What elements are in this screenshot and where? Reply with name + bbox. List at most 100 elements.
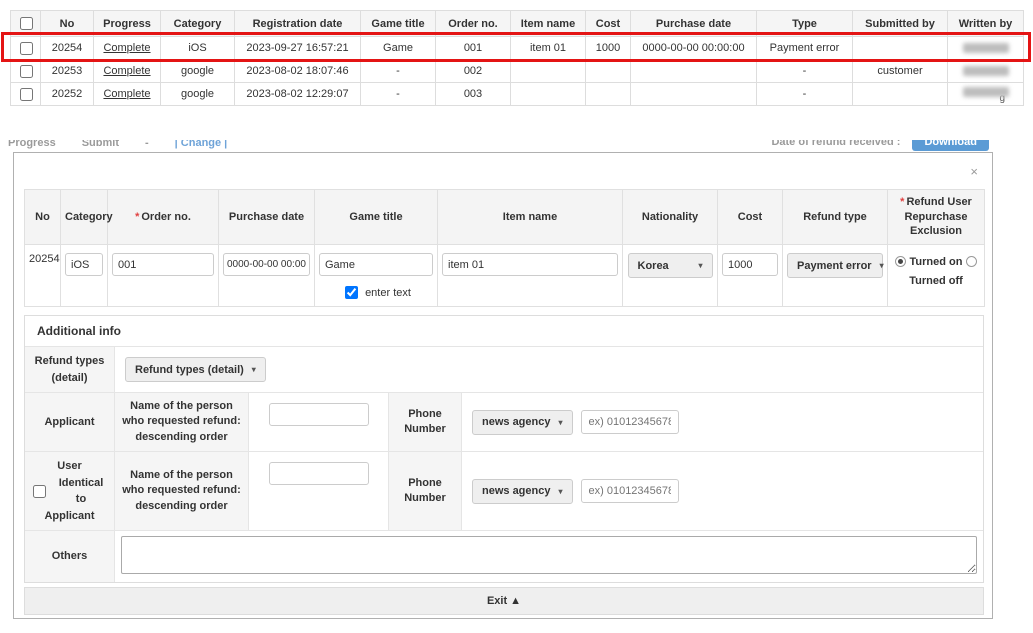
cell-no: 20253 [41, 60, 94, 83]
progress-link[interactable]: Complete [103, 42, 150, 54]
repurchase-exclusion-cell: Turned on Turned off [888, 245, 985, 307]
cell-purchase-date [631, 83, 757, 106]
cell-order-no: 003 [436, 83, 511, 106]
cell-type: - [757, 83, 853, 106]
row-checkbox[interactable] [20, 65, 33, 78]
refund-types-select[interactable]: Refund types (detail) ▾ [125, 357, 266, 382]
cell-game-title: - [361, 60, 436, 83]
cell-type: Payment error [757, 37, 853, 60]
close-icon[interactable]: × [970, 165, 978, 178]
download-button[interactable]: Download [912, 140, 989, 151]
dcol-nationality: Nationality [623, 190, 718, 245]
cell-written-by [948, 60, 1024, 83]
applicant-phone-input[interactable] [581, 410, 679, 434]
detail-data-row: 20254 enter text Korea [25, 245, 985, 307]
redacted-text [963, 66, 1009, 76]
phone-number-label: Phone Number [389, 452, 462, 530]
cost-input[interactable] [722, 253, 778, 276]
col-no: No [41, 11, 94, 37]
col-written-by: Written by [948, 11, 1024, 37]
user-label-cell: User Identical to Applicant [25, 452, 115, 530]
user-phone-input[interactable] [581, 479, 679, 503]
applicant-name-input[interactable] [269, 403, 369, 426]
required-asterisk: * [135, 211, 139, 223]
dcol-refund-type: Refund type [783, 190, 888, 245]
cell-registration-date: 2023-08-02 12:29:07 [235, 83, 361, 106]
cell-category: iOS [161, 37, 235, 60]
cell-cost [586, 60, 631, 83]
cell-game-title: Game [361, 37, 436, 60]
phone-number-label: Phone Number [389, 393, 462, 451]
user-carrier-select[interactable]: news agency ▾ [472, 479, 573, 504]
cell-item-name: item 01 [511, 37, 586, 60]
others-textarea[interactable] [121, 536, 977, 574]
applicant-carrier-select[interactable]: news agency ▾ [472, 410, 573, 435]
cell-registration-date: 2023-08-02 18:07:46 [235, 60, 361, 83]
purchase-date-input[interactable] [223, 253, 310, 276]
cell-written-by: g [948, 83, 1024, 106]
dcol-order-no: *Order no. [108, 190, 219, 245]
identical-to-label-2: Applicant [44, 508, 94, 525]
caret-down-icon: ▾ [252, 365, 256, 374]
cell-item-name [511, 83, 586, 106]
cell-submitted-by: customer [853, 60, 948, 83]
enter-text-label: enter text [365, 287, 411, 299]
cell-cost: 1000 [586, 37, 631, 60]
item-name-input[interactable] [442, 253, 618, 276]
select-all-cell [11, 11, 41, 37]
dcol-purchase-date: Purchase date [219, 190, 315, 245]
cell-cost [586, 83, 631, 106]
user-name-input[interactable] [269, 462, 369, 485]
user-label: User [57, 458, 81, 475]
change-link[interactable]: | Change | [175, 140, 228, 149]
turned-off-radio[interactable] [966, 256, 977, 267]
cell-order-no: 001 [436, 37, 511, 60]
dcol-game-title: Game title [315, 190, 438, 245]
progress-link[interactable]: Complete [103, 65, 150, 77]
caret-down-icon: ▾ [558, 487, 562, 496]
refund-list-table: No Progress Category Registration date G… [10, 10, 1024, 106]
cell-written-by [948, 37, 1024, 60]
dcol-repurchase-exclusion: *Refund User Repurchase Exclusion [888, 190, 985, 245]
identical-to-applicant-checkbox[interactable] [33, 485, 46, 498]
required-asterisk: * [900, 196, 904, 208]
refund-detail-table: No Category *Order no. Purchase date Gam… [24, 189, 985, 307]
table-row[interactable]: 20252 Complete google 2023-08-02 12:29:0… [11, 83, 1024, 106]
detail-no: 20254 [25, 245, 61, 307]
refund-type-select[interactable]: Payment error ▾ [787, 253, 883, 278]
col-category: Category [161, 11, 235, 37]
game-title-input[interactable] [319, 253, 433, 276]
nationality-select[interactable]: Korea ▾ [628, 253, 713, 278]
cell-registration-date: 2023-09-27 16:57:21 [235, 37, 361, 60]
user-name-desc: Name of the person who requested refund:… [115, 452, 249, 530]
exit-collapse-bar[interactable]: Exit ▲ [24, 587, 984, 615]
order-no-input[interactable] [112, 253, 214, 276]
table-row[interactable]: 20254 Complete iOS 2023-09-27 16:57:21 G… [11, 37, 1024, 60]
enter-text-checkbox[interactable] [345, 286, 358, 299]
refund-detail-modal: × No Category *Order no. Purchase date G… [13, 152, 993, 619]
table-row[interactable]: 20253 Complete google 2023-08-02 18:07:4… [11, 60, 1024, 83]
table-header-row: No Progress Category Registration date G… [11, 11, 1024, 37]
clipped-form-row: Progress Submit - | Change | Date of ref… [0, 140, 1033, 152]
row-checkbox[interactable] [20, 88, 33, 101]
cell-no: 20254 [41, 37, 94, 60]
row-checkbox[interactable] [20, 42, 33, 55]
cell-order-no: 002 [436, 60, 511, 83]
col-item-name: Item name [511, 11, 586, 37]
turned-on-radio[interactable] [895, 256, 906, 267]
dcol-no: No [25, 190, 61, 245]
col-progress: Progress [94, 11, 161, 37]
user-row: User Identical to Applicant Name of the … [25, 451, 983, 530]
cell-game-title: - [361, 83, 436, 106]
identical-to-label: Identical to [52, 475, 110, 508]
turned-off-label: Turned off [909, 275, 963, 287]
cell-category: google [161, 60, 235, 83]
col-game-title: Game title [361, 11, 436, 37]
category-input[interactable] [65, 253, 103, 276]
progress-link[interactable]: Complete [103, 88, 150, 100]
clipped-dash: - [145, 140, 149, 149]
select-all-checkbox[interactable] [20, 17, 33, 30]
redacted-text [963, 43, 1009, 53]
page: No Progress Category Registration date G… [0, 0, 1033, 633]
refund-types-row: Refund types (detail) Refund types (deta… [25, 346, 983, 392]
